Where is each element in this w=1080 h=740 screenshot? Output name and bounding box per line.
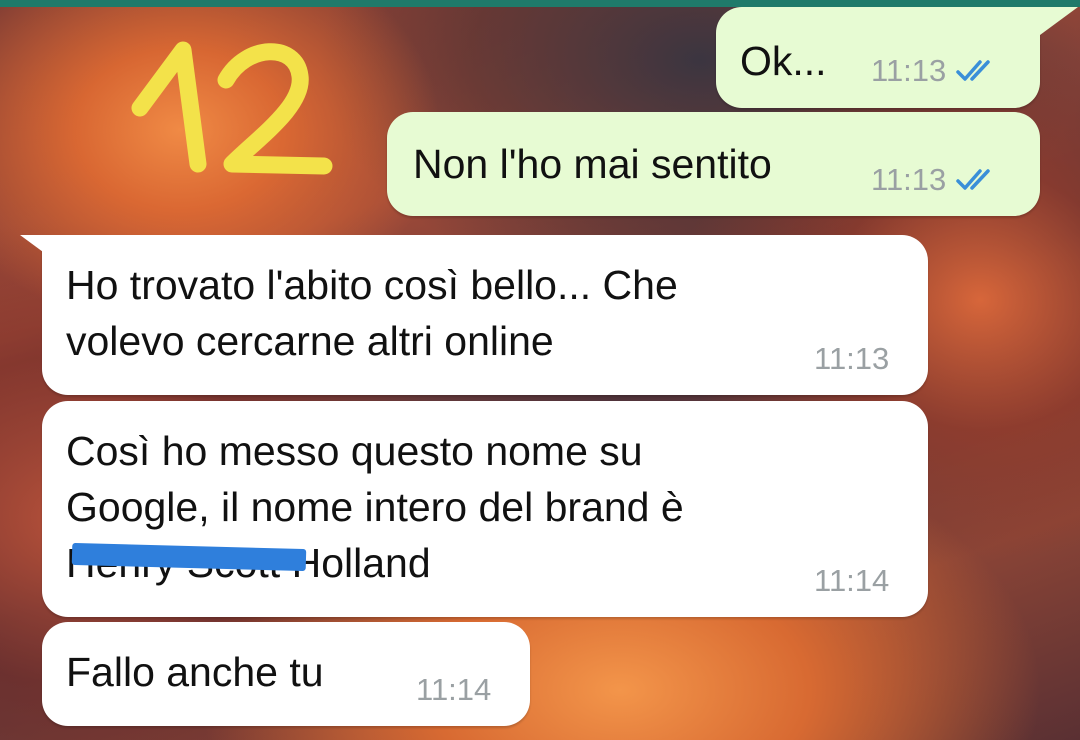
message-text-line: Così ho messo questo nome su [66,428,643,474]
message-text-line: Ho trovato l'abito così bello... Che [66,262,678,308]
message-meta: 11:14 [416,672,491,708]
app-top-bar [0,0,1080,7]
message-bubble-incoming[interactable]: Così ho messo questo nome su Google, il … [42,401,928,617]
message-time: 11:13 [871,53,947,88]
double-check-icon [956,60,991,81]
message-meta: 11:13 [814,341,889,377]
handwritten-sticker-12 [128,36,338,186]
message-bubble-incoming[interactable]: Ho trovato l'abito così bello... Che vol… [20,235,928,395]
message-bubble-incoming[interactable]: Fallo anche tu 11:14 [42,622,530,726]
bubble-tail [20,235,64,263]
message-meta: 11:13 [871,53,1002,89]
message-text-line: Google, il nome intero del brand è [66,484,684,530]
message-text: Non l'ho mai sentito [413,141,772,187]
message-bubble-outgoing[interactable]: Non l'ho mai sentito 11:13 [387,112,1040,216]
bubble-tail [1034,7,1078,35]
message-text-line: volevo cercarne altri online [66,318,554,364]
message-time: 11:14 [814,563,890,598]
message-time: 11:14 [416,672,492,707]
double-check-icon [956,169,991,190]
message-meta: 11:13 [871,162,1002,198]
message-bubble-outgoing[interactable]: Ok... 11:13 [716,7,1078,108]
message-text: Fallo anche tu [66,649,324,695]
message-meta: 11:14 [814,563,889,599]
message-time: 11:13 [871,162,947,197]
message-time: 11:13 [814,341,890,376]
message-text: Ok... [740,38,827,84]
